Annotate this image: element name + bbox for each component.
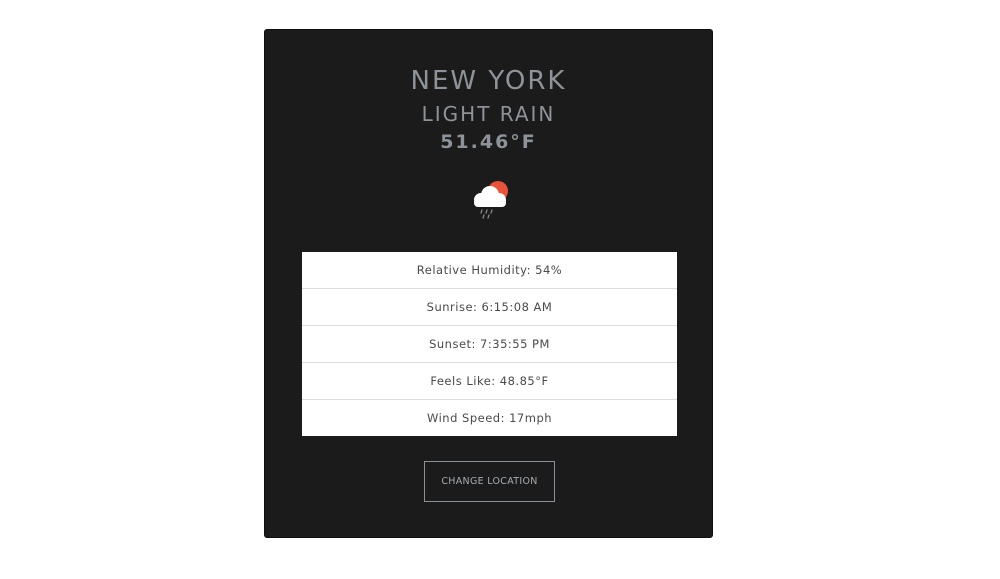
temperature: 51.46°F bbox=[440, 131, 537, 153]
sunrise-item: Sunrise: 6:15:08 AM bbox=[302, 289, 677, 326]
sunset-item: Sunset: 7:35:55 PM bbox=[302, 326, 677, 363]
cloud-rain-sun-icon bbox=[467, 178, 513, 224]
weather-condition: LIGHT RAIN bbox=[421, 102, 556, 126]
city-name: NEW YORK bbox=[410, 66, 567, 96]
weather-details-list: Relative Humidity: 54% Sunrise: 6:15:08 … bbox=[302, 252, 677, 436]
feels-like-item: Feels Like: 48.85°F bbox=[302, 363, 677, 400]
humidity-item: Relative Humidity: 54% bbox=[302, 252, 677, 289]
weather-card: NEW YORK LIGHT RAIN 51.46°F Relative Hum… bbox=[264, 29, 713, 538]
change-location-button[interactable]: CHANGE LOCATION bbox=[424, 461, 555, 502]
wind-speed-item: Wind Speed: 17mph bbox=[426, 411, 553, 425]
